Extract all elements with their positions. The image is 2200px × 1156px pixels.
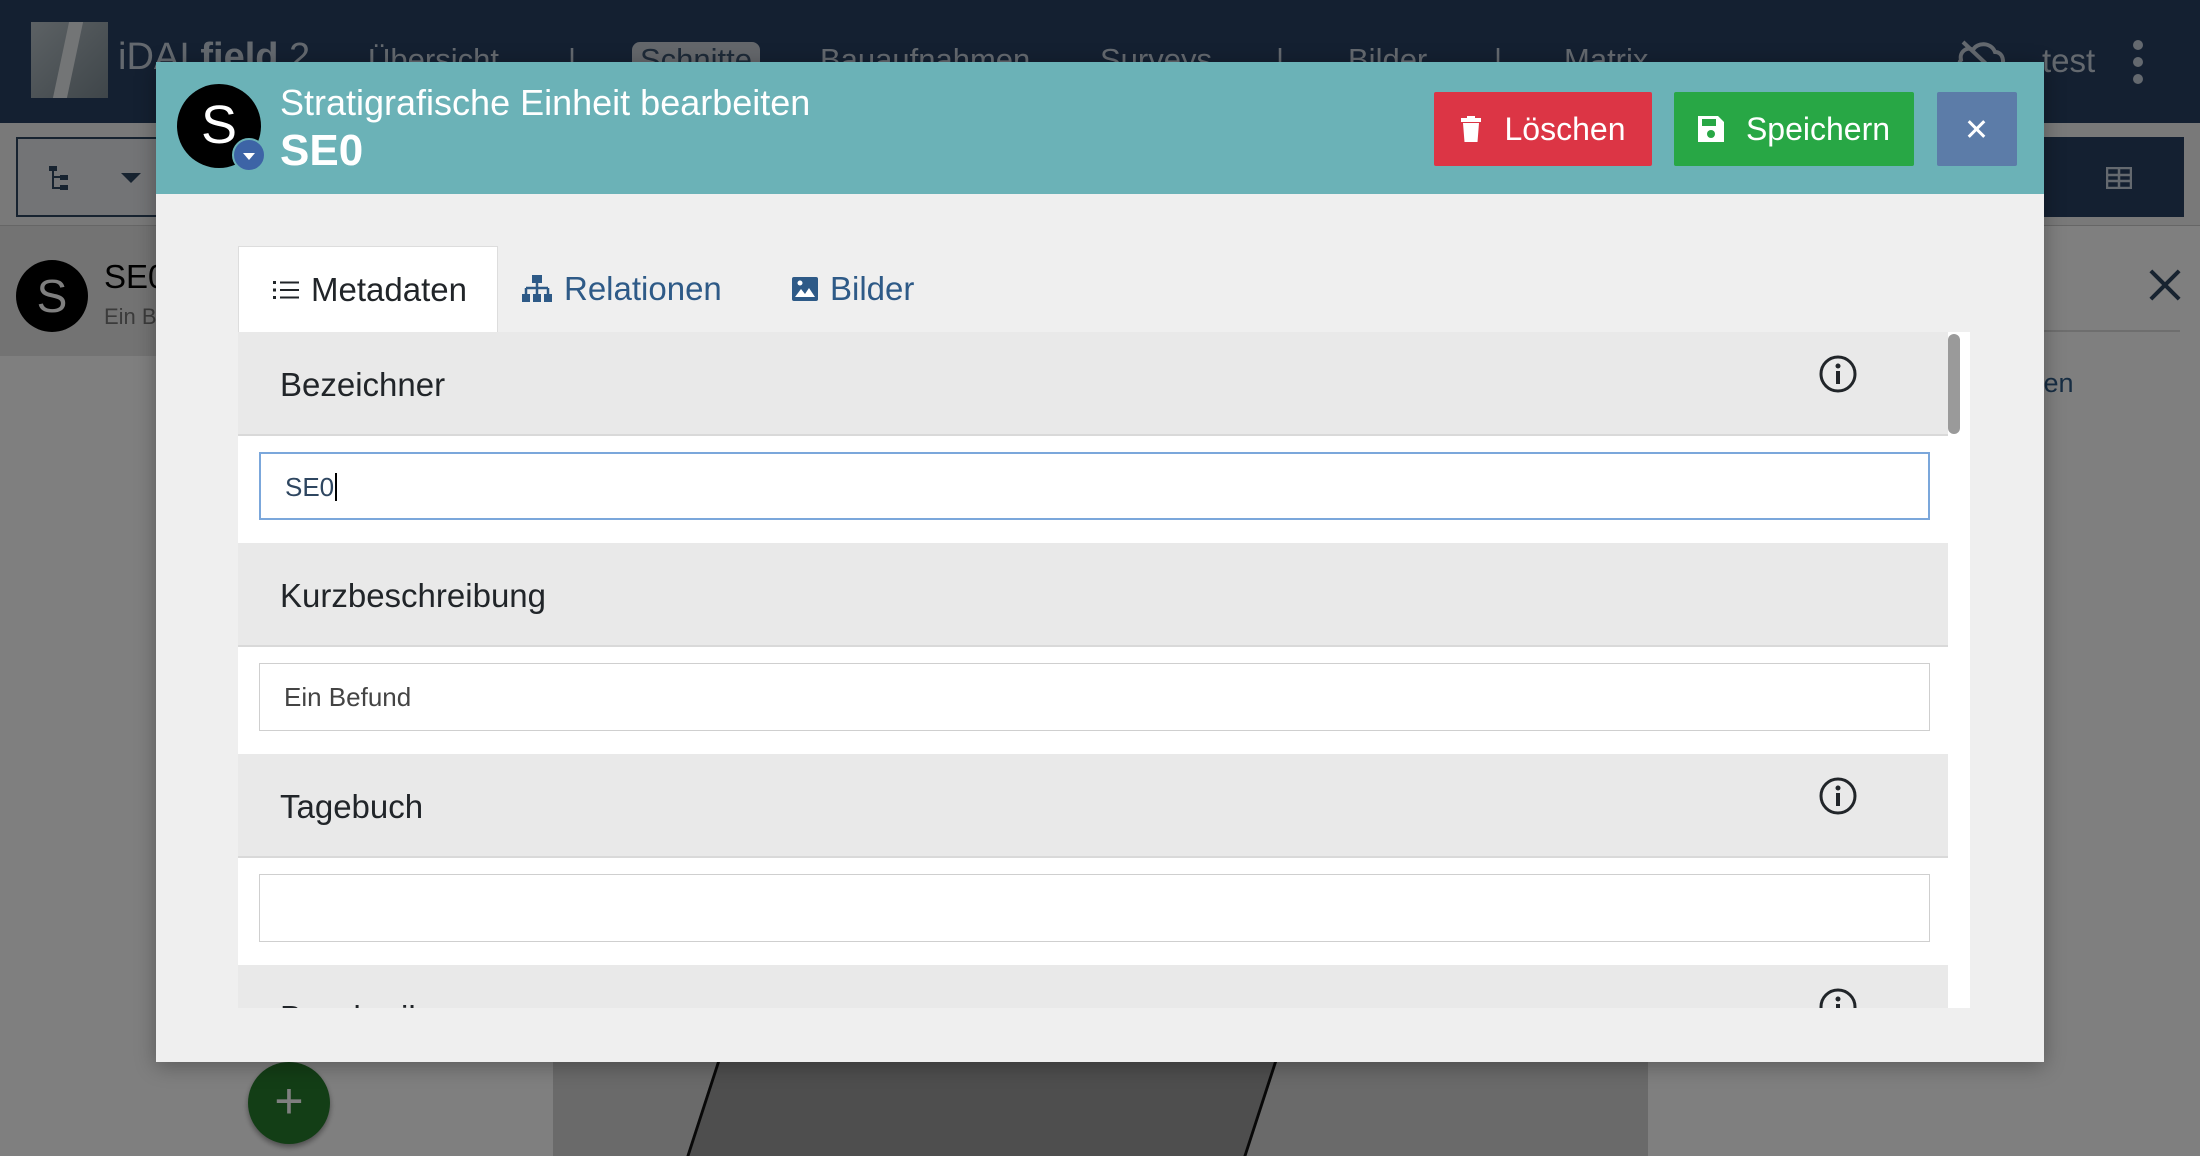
metadata-form[interactable]: Bezeichner SE0 Kurzbeschreibung Ein Befu… [238, 332, 1970, 1008]
field-header-beschreibung: Beschreibung [238, 965, 1948, 1008]
field-header-tagebuch: Tagebuch [238, 754, 1948, 858]
delete-button[interactable]: Löschen [1434, 92, 1652, 166]
save-icon [1697, 116, 1724, 142]
image-icon [792, 277, 818, 301]
edit-modal: S Stratigrafische Einheit bearbeiten SE0… [156, 62, 2044, 1062]
sitemap-icon [522, 275, 552, 302]
modal-identifier: SE0 [280, 126, 364, 175]
field-header-bezeichner: Bezeichner [238, 332, 1948, 436]
save-label: Speichern [1745, 110, 1891, 147]
bezeichner-input[interactable]: SE0 [259, 452, 1930, 520]
tab-bilder[interactable]: Bilder [792, 246, 914, 332]
kurzbeschreibung-input[interactable]: Ein Befund [259, 663, 1930, 731]
modal-title: Stratigrafische Einheit bearbeiten [280, 82, 811, 123]
tab-label: Bilder [830, 270, 915, 307]
field-label: Beschreibung [280, 999, 482, 1008]
delete-label: Löschen [1504, 110, 1626, 147]
info-icon[interactable] [1818, 354, 1858, 394]
field-label: Tagebuch [280, 788, 424, 825]
info-icon[interactable] [1818, 776, 1858, 816]
text-caret [335, 473, 338, 501]
form-scrollbar[interactable] [1948, 334, 1960, 434]
tab-relationen[interactable]: Relationen [522, 246, 722, 332]
close-modal-button[interactable] [1937, 92, 2017, 166]
field-label: Bezeichner [280, 366, 446, 403]
field-label: Kurzbeschreibung [280, 577, 546, 614]
input-value: SE0 [285, 472, 335, 502]
field-header-kurzbeschreibung: Kurzbeschreibung [238, 543, 1948, 647]
tab-metadaten[interactable]: Metadaten [238, 246, 498, 332]
modal-header: S Stratigrafische Einheit bearbeiten SE0… [156, 62, 2044, 194]
trash-icon [1460, 116, 1481, 142]
tab-label: Relationen [564, 270, 722, 307]
tagebuch-input[interactable] [259, 874, 1930, 942]
list-icon [273, 280, 299, 299]
tab-label: Metadaten [311, 270, 467, 308]
save-button[interactable]: Speichern [1674, 92, 1914, 166]
info-icon[interactable] [1818, 987, 1858, 1008]
category-dropdown-icon[interactable] [232, 138, 266, 172]
